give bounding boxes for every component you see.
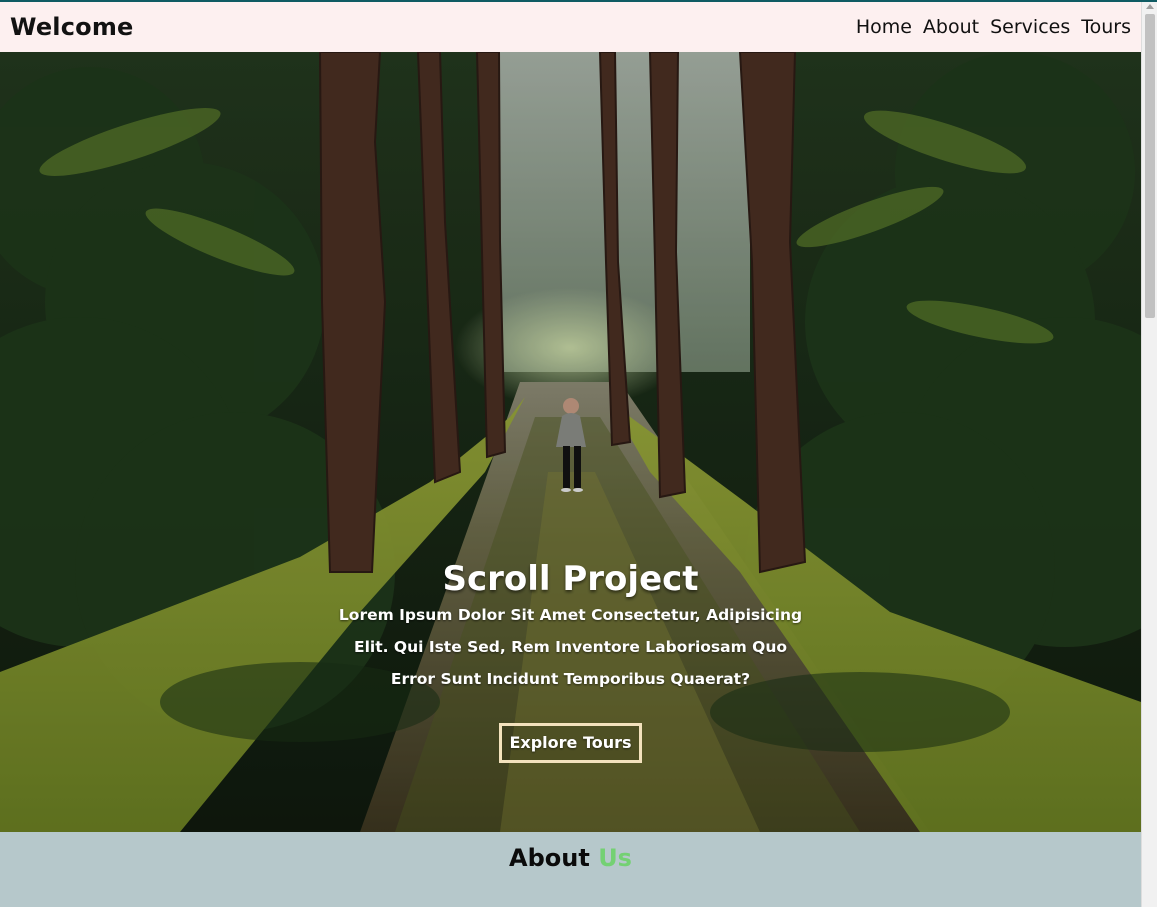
page: Welcome Home About Services Tours Scroll…: [0, 2, 1141, 907]
about-title-main: About: [509, 844, 590, 872]
navbar: Welcome Home About Services Tours: [0, 2, 1141, 52]
nav-links: Home About Services Tours: [856, 16, 1131, 38]
scroll-up-arrow-icon[interactable]: [1146, 4, 1154, 9]
about-title-accent: Us: [598, 844, 632, 872]
about-title: About Us: [0, 843, 1141, 873]
site-brand[interactable]: Welcome: [10, 13, 134, 41]
nav-link-home[interactable]: Home: [856, 16, 912, 38]
vertical-scrollbar[interactable]: [1141, 2, 1157, 907]
hero-title: Scroll Project: [442, 559, 699, 599]
hero-section: Scroll Project Lorem Ipsum Dolor Sit Ame…: [0, 52, 1141, 832]
nav-link-services[interactable]: Services: [990, 16, 1070, 38]
nav-link-tours[interactable]: Tours: [1081, 16, 1131, 38]
hero-description: Lorem Ipsum Dolor Sit Amet Consectetur, …: [338, 606, 803, 688]
explore-tours-button[interactable]: Explore Tours: [499, 723, 642, 763]
scroll-thumb[interactable]: [1145, 14, 1155, 318]
hero-content: Scroll Project Lorem Ipsum Dolor Sit Ame…: [0, 559, 1141, 763]
nav-link-about[interactable]: About: [923, 16, 979, 38]
about-section: About Us: [0, 832, 1141, 907]
